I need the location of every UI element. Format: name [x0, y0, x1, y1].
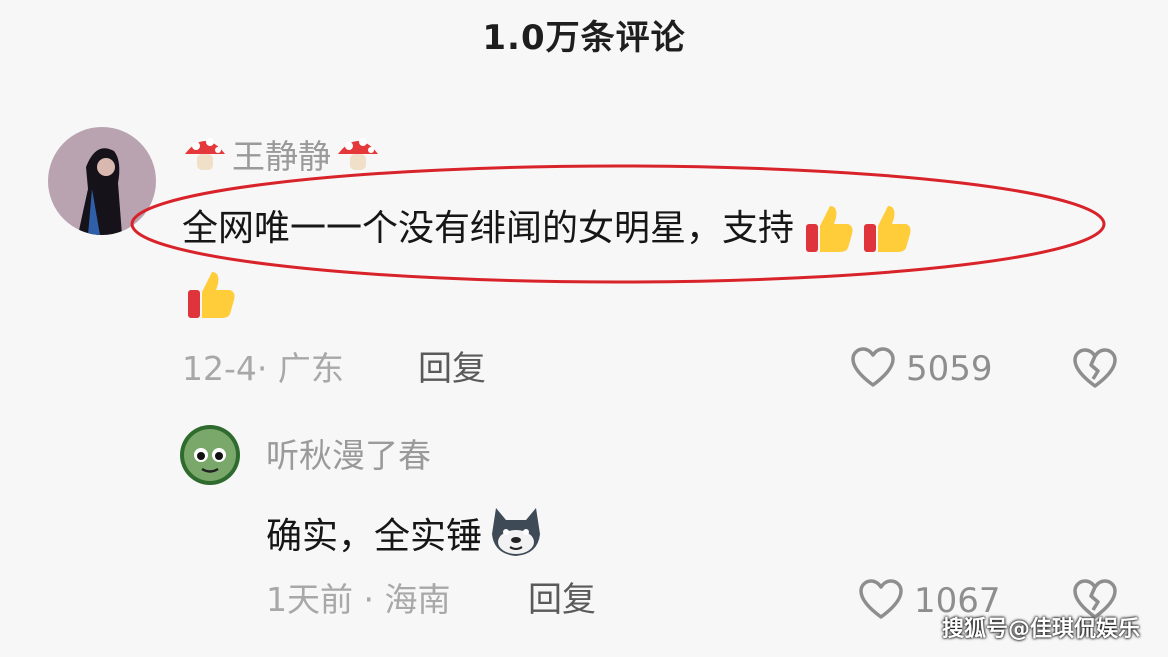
reply-button[interactable]: 回复 — [418, 349, 486, 389]
dislike-button[interactable] — [1072, 347, 1118, 393]
comment-count-title: 1.0万条评论 — [482, 18, 686, 58]
doge-emoji-icon — [488, 504, 544, 569]
broken-heart-icon — [1072, 348, 1118, 393]
avatar[interactable] — [48, 127, 156, 235]
comment-text-content: 确实，全实锤 — [266, 515, 483, 557]
thumbs-up-emoji-icon — [802, 202, 856, 256]
username[interactable]: 听秋漫了春 — [266, 436, 431, 476]
thumbs-up-emoji-icon — [860, 202, 914, 256]
comment-text: 全网唯一一个没有绯闻的女明星，支持 — [182, 202, 914, 256]
username-text: 听秋漫了春 — [266, 436, 431, 475]
comment-meta: 1天前 · 海南 — [266, 580, 451, 619]
heart-icon — [858, 578, 904, 624]
comment-meta: 12-4· 广东 — [182, 349, 344, 388]
reply-button[interactable]: 回复 — [528, 580, 596, 620]
username-text: 王静静 — [232, 136, 331, 176]
heart-icon — [850, 346, 896, 392]
avatar[interactable] — [180, 425, 240, 485]
comment-text-content: 全网唯一一个没有绯闻的女明星，支持 — [182, 208, 795, 249]
mushroom-icon — [335, 132, 381, 181]
mushroom-icon — [182, 132, 228, 181]
comment-text: 确实，全实锤 — [266, 504, 544, 569]
like-button[interactable]: 5059 — [850, 346, 993, 392]
username[interactable]: 王静静 — [182, 132, 381, 181]
thumbs-up-emoji-icon — [184, 268, 238, 322]
watermark: 搜狐号@佳琪侃娱乐 — [941, 617, 1140, 642]
like-count: 5059 — [906, 349, 993, 389]
